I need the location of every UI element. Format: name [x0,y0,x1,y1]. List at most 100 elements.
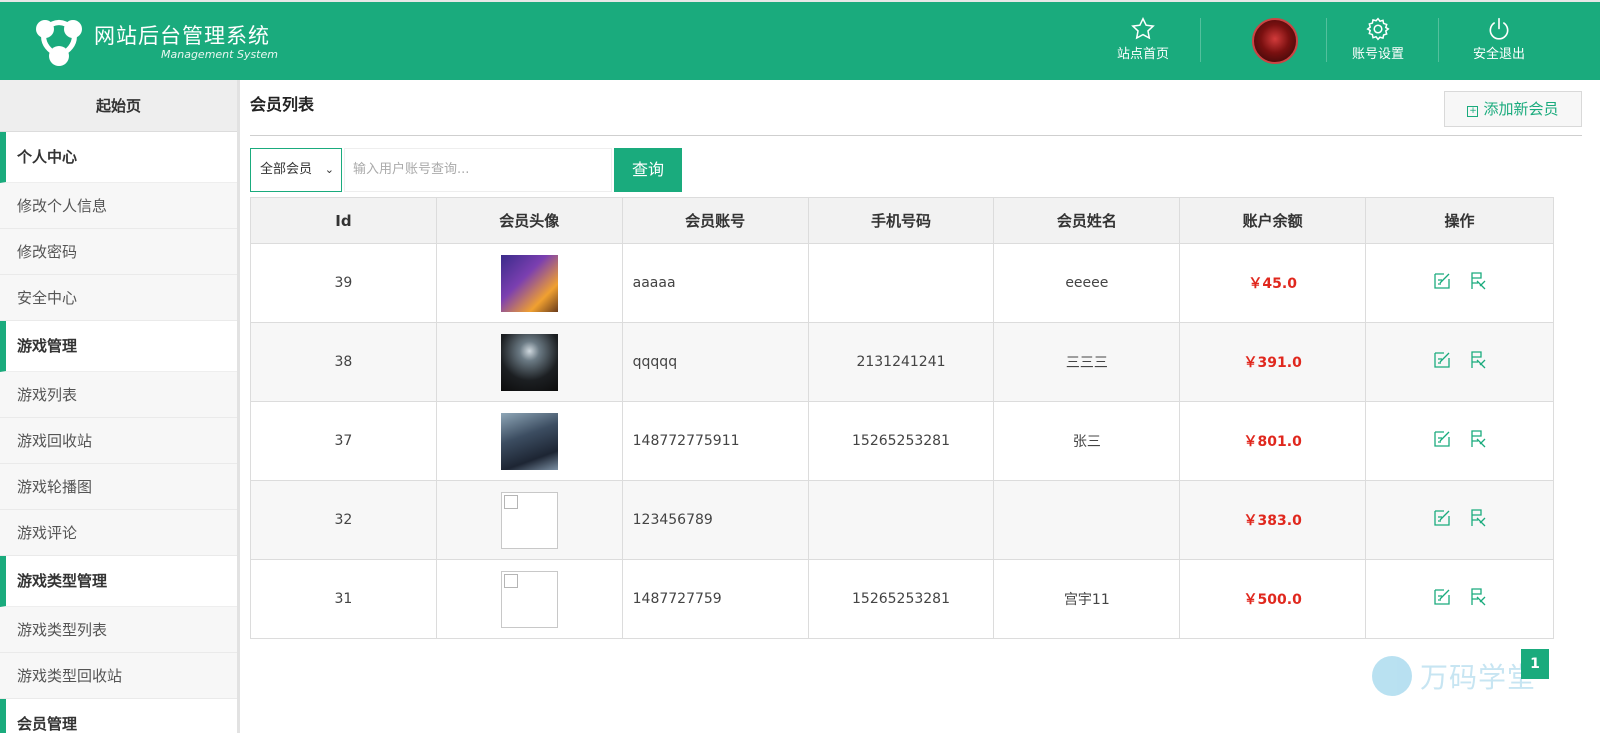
search-input[interactable]: 输入用户账号查询... [344,148,612,192]
sidebar: 起始页 个人中心 修改个人信息 修改密码 安全中心 游戏管理 游戏列表 游戏回收… [0,80,240,733]
nav-site-home-label: 站点首页 [1116,47,1169,62]
cell-balance: ￥801.0 [1179,401,1367,481]
cell-avatar [435,322,623,402]
col-balance: 账户余额 [1179,197,1367,244]
sidebar-group-game-types[interactable]: 游戏类型管理 [0,556,237,607]
cell-account: aaaaa [621,243,809,323]
page-title: 会员列表 [250,95,315,114]
plus-square-icon: + [1467,106,1479,117]
nav-logout[interactable]: 安全退出 [1464,16,1534,64]
cell-actions [1365,559,1554,639]
header-divider [1200,18,1201,62]
cell-phone: 15265253281 [807,559,995,639]
sidebar-group-games[interactable]: 游戏管理 [0,321,237,372]
cell-avatar [435,243,623,323]
avatar[interactable] [1252,18,1298,64]
edit-icon[interactable] [1432,508,1452,528]
cell-phone [807,243,995,323]
cell-id: 31 [250,559,437,639]
edit-icon[interactable] [1432,429,1452,449]
watermark-logo-icon [1372,656,1412,696]
power-icon [1489,17,1509,40]
col-id: Id [250,197,437,244]
pagination-page-1[interactable]: 1 [1521,649,1549,679]
sidebar-item-security[interactable]: 安全中心 [0,275,237,321]
cell-name: 张三 [993,401,1181,481]
cell-actions [1365,401,1554,481]
sidebar-item-edit-profile[interactable]: 修改个人信息 [0,183,237,229]
nav-logout-label: 安全退出 [1472,47,1525,62]
edit-icon[interactable] [1432,587,1452,607]
sidebar-item-game-comments[interactable]: 游戏评论 [0,510,237,556]
member-filter-value: 全部会员 [260,162,313,177]
star-icon [1131,16,1155,40]
member-avatar-image [500,412,558,470]
cell-actions [1365,243,1554,323]
table-row: 32 123456789 ￥383.0 [250,480,1554,560]
member-filter-select[interactable]: 全部会员 ⌄ [250,148,342,192]
cell-balance: ￥391.0 [1179,322,1367,402]
col-account: 会员账号 [621,197,809,244]
sidebar-item-type-list[interactable]: 游戏类型列表 [0,607,237,653]
table-header-row: Id 会员头像 会员账号 手机号码 会员姓名 账户余额 操作 [250,197,1554,244]
sidebar-item-game-carousel[interactable]: 游戏轮播图 [0,464,237,510]
header-divider [1438,18,1439,62]
member-avatar-image [500,254,558,312]
table-row: 39 aaaaa eeeee ￥45.0 [250,243,1554,323]
table-row: 31 1487727759 15265253281 宫宇11 ￥500.0 [250,559,1554,639]
sidebar-item-game-list[interactable]: 游戏列表 [0,372,237,418]
sidebar-home[interactable]: 起始页 [0,80,237,132]
cell-balance: ￥500.0 [1179,559,1367,639]
delete-icon[interactable] [1468,587,1488,607]
col-actions: 操作 [1365,197,1554,244]
broken-image-icon [500,491,558,549]
brand-title: 网站后台管理系统 [94,24,270,48]
sidebar-group-members[interactable]: 会员管理 [0,699,237,733]
top-header: 网站后台管理系统 Management System 站点首页 账号设置 安全退… [0,0,1600,80]
cell-id: 38 [250,322,437,402]
watermark: 万码学堂 [1372,656,1536,696]
delete-icon[interactable] [1468,350,1488,370]
add-member-label: 添加新会员 [1483,100,1559,118]
cell-phone: 2131241241 [807,322,995,402]
nav-site-home[interactable]: 站点首页 [1112,16,1174,64]
cell-balance: ￥383.0 [1179,480,1367,560]
broken-image-icon [500,570,558,628]
sidebar-item-game-recycle[interactable]: 游戏回收站 [0,418,237,464]
cell-name: 三三三 [993,322,1181,402]
chevron-down-icon: ⌄ [324,163,334,176]
nav-account-settings[interactable]: 账号设置 [1343,16,1413,64]
sidebar-group-personal[interactable]: 个人中心 [0,132,237,183]
edit-icon[interactable] [1432,271,1452,291]
cell-actions [1365,480,1554,560]
sidebar-item-change-password[interactable]: 修改密码 [0,229,237,275]
cell-account: 148772775911 [621,401,809,481]
cell-avatar [435,480,623,560]
nav-account-settings-label: 账号设置 [1351,47,1404,62]
cell-account: 1487727759 [621,559,809,639]
delete-icon[interactable] [1468,508,1488,528]
sidebar-item-type-recycle[interactable]: 游戏类型回收站 [0,653,237,699]
cell-name: 宫宇11 [993,559,1181,639]
col-avatar: 会员头像 [435,197,623,244]
add-member-button[interactable]: + 添加新会员 [1444,91,1582,127]
col-name: 会员姓名 [993,197,1181,244]
cell-avatar [435,401,623,481]
header-divider [1326,18,1327,62]
table-row: 37 148772775911 15265253281 张三 ￥801.0 [250,401,1554,481]
gear-icon [1366,17,1390,41]
brand-subtitle: Management System [161,48,278,61]
delete-icon[interactable] [1468,429,1488,449]
query-button[interactable]: 查询 [614,148,682,192]
cell-name: eeeee [993,243,1181,323]
cell-phone [807,480,995,560]
edit-icon[interactable] [1432,350,1452,370]
member-table: Id 会员头像 会员账号 手机号码 会员姓名 账户余额 操作 39 aaaaa … [250,197,1554,639]
member-avatar-image [500,333,558,391]
cell-account: 123456789 [621,480,809,560]
delete-icon[interactable] [1468,271,1488,291]
watermark-text: 万码学堂 [1420,661,1537,694]
cell-name [993,480,1181,560]
col-phone: 手机号码 [807,197,995,244]
cell-account: qqqqq [621,322,809,402]
